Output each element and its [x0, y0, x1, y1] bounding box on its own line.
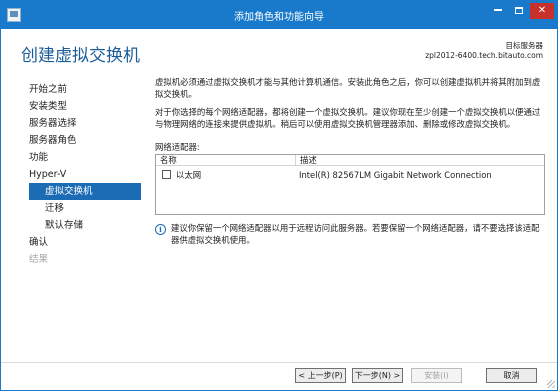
title-bar[interactable]: 添加角色和功能向导 ✕	[1, 1, 557, 29]
adapter-description: Intel(R) 82567LM Gigabit Network Connect…	[299, 170, 492, 180]
destination-server-name: zpl2012-6400.tech.bitauto.com	[425, 51, 543, 60]
close-button[interactable]: ✕	[530, 3, 554, 19]
minimize-button[interactable]	[488, 3, 508, 19]
guidance-paragraph: 对于你选择的每个网络适配器，都将创建一个虚拟交换机。建议你现在至少创建一个虚拟交…	[155, 107, 541, 129]
nav-item-4[interactable]: 功能	[29, 149, 141, 166]
network-adapters-label: 网络适配器:	[155, 142, 200, 152]
page-title: 创建虚拟交换机	[21, 46, 140, 66]
column-header-name[interactable]: 名称	[156, 155, 296, 166]
info-note: i 建议你保留一个网络适配器以用于远程访问此服务器。若要保留一个网络适配器，请不…	[155, 223, 547, 246]
wizard-window: 添加角色和功能向导 ✕ 创建虚拟交换机 目标服务器 zpl2012-6400.t…	[0, 0, 558, 391]
nav-item-3[interactable]: 服务器角色	[29, 132, 141, 149]
previous-button[interactable]: < 上一步(P)	[295, 368, 346, 383]
network-adapters-table[interactable]: 名称 描述 以太网 Intel(R) 82567LM Gigabit Netwo…	[155, 154, 545, 215]
nav-item-6[interactable]: 虚拟交换机	[29, 183, 141, 200]
nav-item-5[interactable]: Hyper-V	[29, 166, 141, 183]
next-button[interactable]: 下一步(N) >	[352, 368, 403, 383]
table-header: 名称 描述	[156, 155, 544, 166]
minimize-icon	[494, 9, 502, 11]
nav-item-7[interactable]: 迁移	[29, 200, 141, 217]
nav-item-1[interactable]: 安装类型	[29, 98, 141, 115]
table-row[interactable]: 以太网 Intel(R) 82567LM Gigabit Network Con…	[156, 168, 544, 182]
wizard-nav: 开始之前 安装类型 服务器选择 服务器角色 功能 Hyper-V 虚拟交换机 迁移 默认存储 确认…	[29, 81, 141, 268]
footer-divider	[1, 362, 557, 363]
adapter-checkbox[interactable]	[162, 170, 171, 179]
adapter-name: 以太网	[176, 170, 202, 180]
resize-grip[interactable]	[547, 380, 555, 388]
maximize-button[interactable]	[509, 3, 529, 19]
install-button[interactable]: 安装(I)	[411, 368, 462, 383]
cancel-button[interactable]: 取消	[486, 368, 537, 383]
close-icon: ✕	[537, 5, 547, 16]
window-title: 添加角色和功能向导	[234, 12, 324, 23]
column-header-description[interactable]: 描述	[296, 155, 544, 166]
nav-item-10: 结果	[29, 254, 49, 265]
nav-item-8[interactable]: 默认存储	[29, 217, 141, 234]
content-area: 虚拟机必须通过虚拟交换机才能与其他计算机通信。安装此角色之后，你可以创建虚拟机并…	[155, 77, 547, 153]
maximize-icon	[515, 6, 523, 14]
nav-item-9[interactable]: 确认	[29, 234, 141, 251]
info-note-text: 建议你保留一个网络适配器以用于远程访问此服务器。若要保留一个网络适配器，请不要选…	[171, 223, 540, 245]
info-icon: i	[155, 224, 166, 235]
destination-server-info: 目标服务器 zpl2012-6400.tech.bitauto.com	[425, 41, 543, 61]
destination-label: 目标服务器	[505, 41, 544, 50]
nav-item-2[interactable]: 服务器选择	[29, 115, 141, 132]
nav-item-0[interactable]: 开始之前	[29, 81, 141, 98]
intro-paragraph: 虚拟机必须通过虚拟交换机才能与其他计算机通信。安装此角色之后，你可以创建虚拟机并…	[155, 77, 541, 99]
